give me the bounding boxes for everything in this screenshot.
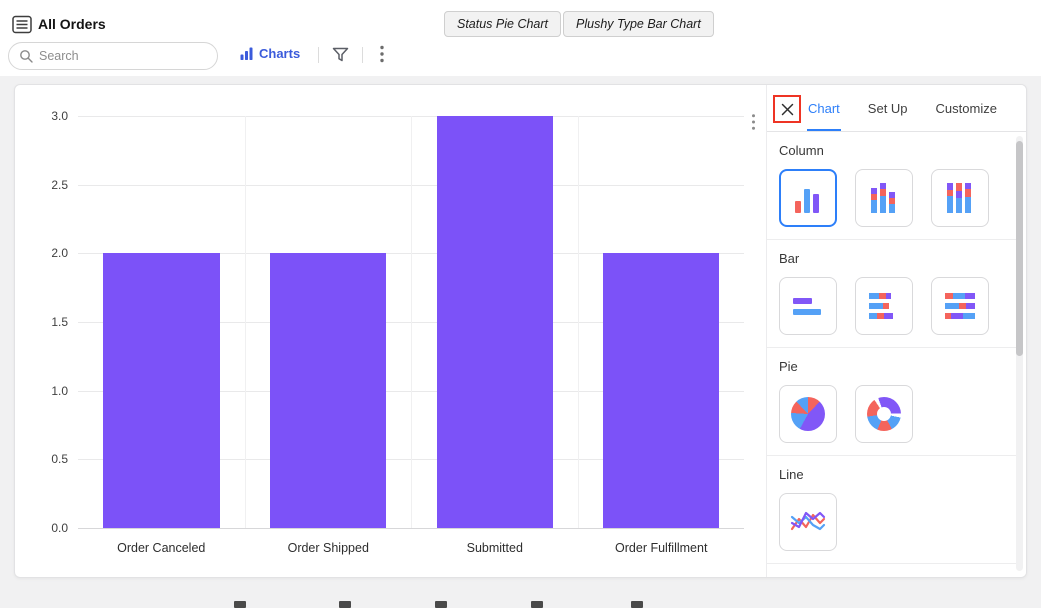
funnel-icon [331,45,350,64]
close-button-highlight [773,95,801,123]
x-axis-category-label: Submitted [412,541,578,555]
gridline [78,528,744,529]
filter-icon[interactable] [331,45,350,67]
scrollbar-thumb[interactable] [1016,141,1023,356]
section-line: Line [767,456,1016,564]
clipped-mark [531,601,543,608]
section-label: X,Y (Scatter) [779,575,1004,577]
chart-type-grouped-bar[interactable] [779,277,837,335]
clipped-mark [339,601,351,608]
vertical-dots-icon [751,113,756,131]
grouped-bar-icon [790,288,826,324]
kebab-menu-icon[interactable] [379,44,385,67]
tab-set-up[interactable]: Set Up [867,85,909,131]
chart-menu-icon[interactable] [751,113,756,134]
y-axis-tick-label: 2.0 [23,246,68,260]
plot-area: 0.00.51.01.52.02.53.0Order CanceledOrder… [78,116,744,528]
panel-scrollbar[interactable] [1016,136,1023,571]
section-label: Column [779,143,1004,159]
view-button-status-pie-chart[interactable]: Status Pie Chart [444,11,561,37]
search-input[interactable] [8,42,218,70]
x-axis-category-label: Order Fulfillment [579,541,745,555]
y-axis-tick-label: 1.0 [23,384,68,398]
stacked-column-icon [866,180,902,216]
tab-customize[interactable]: Customize [935,85,998,131]
section-label: Line [779,467,1004,483]
category-slot: Order Shipped [245,116,412,528]
category-slot: Order Fulfillment [578,116,745,528]
donut-icon [867,397,901,431]
section-label: Bar [779,251,1004,267]
chart-type-pie[interactable] [779,385,837,443]
y-axis-tick-label: 0.5 [23,452,68,466]
bar-chart-area: 0.00.51.01.52.02.53.0Order CanceledOrder… [15,85,766,577]
bar-order-shipped[interactable] [270,253,386,528]
y-axis-tick-label: 2.5 [23,178,68,192]
charts-button-label: Charts [259,46,300,61]
100-stacked-column-icon [942,180,978,216]
x-axis-category-label: Order Shipped [246,541,412,555]
section-label: Pie [779,359,1004,375]
section-column: Column [767,132,1016,240]
chart-type-donut[interactable] [855,385,913,443]
stacked-bar-icon [866,288,902,324]
charts-icon [240,47,253,60]
grouped-column-icon [790,180,826,216]
pie-icon [791,397,825,431]
category-slot: Submitted [411,116,578,528]
view-list-icon[interactable] [10,13,34,35]
tab-chart[interactable]: Chart [807,85,841,131]
chart-config-panel: Chart Set Up Customize Column [766,85,1026,577]
toolbar-divider [362,47,363,63]
panel-header: Chart Set Up Customize [767,85,1026,132]
close-panel-button[interactable] [776,98,798,120]
line-chart-icon [790,507,826,537]
clipped-mark [631,601,643,608]
section-pie: Pie [767,348,1016,456]
chart-type-line[interactable] [779,493,837,551]
charts-button[interactable]: Charts [240,46,300,61]
chart-type-stacked-column[interactable] [855,169,913,227]
clipped-mark [435,601,447,608]
section-scatter: X,Y (Scatter) [767,564,1016,577]
chart-type-list: Column [767,132,1016,577]
chart-type-grouped-column[interactable] [779,169,837,227]
list-icon [12,15,32,34]
close-icon [781,103,794,116]
search-field[interactable] [39,49,207,63]
chart-type-100-stacked-column[interactable] [931,169,989,227]
y-axis-tick-label: 0.0 [23,521,68,535]
search-icon [19,49,33,63]
category-slot: Order Canceled [78,116,245,528]
clipped-mark [234,601,246,608]
y-axis-tick-label: 1.5 [23,315,68,329]
bar-submitted[interactable] [437,116,553,528]
panel-tabs: Chart Set Up Customize [807,85,998,131]
100-stacked-bar-icon [942,288,978,324]
top-header: All Orders Status Pie Chart Plushy Type … [0,0,1041,76]
chart-type-100-stacked-bar[interactable] [931,277,989,335]
view-button-plushy-type-bar-chart[interactable]: Plushy Type Bar Chart [563,11,714,37]
y-axis-tick-label: 3.0 [23,109,68,123]
bar-order-canceled[interactable] [103,253,220,528]
toolbar-divider [318,47,319,63]
section-bar: Bar [767,240,1016,348]
vertical-dots-icon [379,44,385,64]
chart-card: 0.00.51.01.52.02.53.0Order CanceledOrder… [14,84,1027,578]
x-axis-category-label: Order Canceled [78,541,245,555]
page-title: All Orders [38,16,106,32]
chart-type-stacked-bar[interactable] [855,277,913,335]
bar-order-fulfillment[interactable] [603,253,719,528]
